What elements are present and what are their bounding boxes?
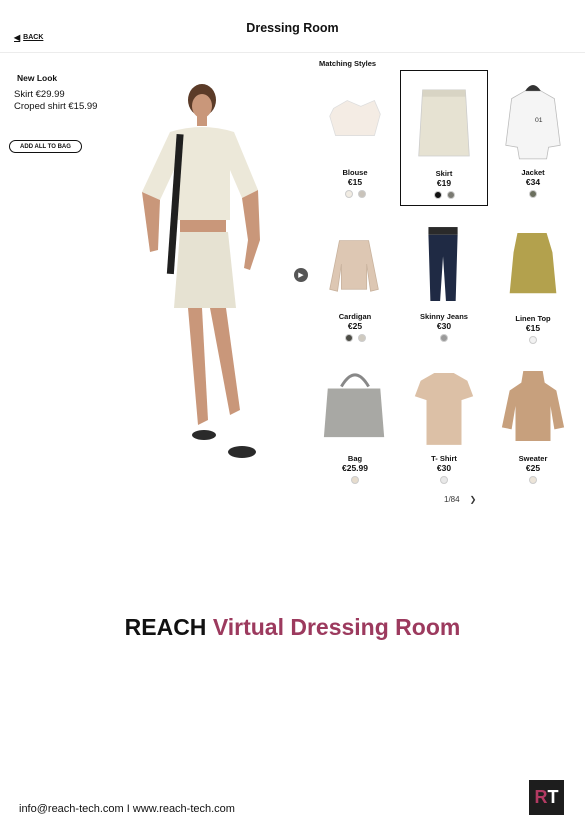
page-title: Dressing Room xyxy=(246,21,339,35)
product-card[interactable]: Skirt €19 xyxy=(400,70,488,206)
color-swatch[interactable] xyxy=(344,190,353,198)
product-card[interactable]: T- Shirt €30 xyxy=(401,356,487,490)
add-all-to-bag-button[interactable]: ADD ALL TO BAG xyxy=(9,140,82,153)
product-price: €34 xyxy=(525,177,541,187)
color-swatch[interactable] xyxy=(446,191,455,199)
product-name: Skirt xyxy=(435,169,453,178)
color-swatch[interactable] xyxy=(440,334,448,342)
logo-letter-t: T xyxy=(547,787,559,807)
color-swatch[interactable] xyxy=(529,190,537,198)
product-price: €30 xyxy=(436,321,452,331)
color-swatch[interactable] xyxy=(529,476,537,484)
brand-name: REACH xyxy=(124,614,207,640)
jeans-icon xyxy=(428,227,458,301)
color-swatches xyxy=(490,476,576,484)
product-name: Bag xyxy=(347,454,363,463)
product-card[interactable]: Blouse €15 xyxy=(312,70,398,204)
linen-top-icon xyxy=(509,232,557,294)
skirt-icon xyxy=(418,89,470,157)
contact-info: info@reach-tech.com I www.reach-tech.com xyxy=(19,803,235,815)
bag-icon xyxy=(323,373,385,438)
color-swatches xyxy=(312,190,398,198)
color-swatch[interactable] xyxy=(357,334,366,342)
pager: 1/84 ❯ xyxy=(444,495,476,504)
reach-tech-logo: RT xyxy=(529,780,564,815)
look-title: New Look xyxy=(17,73,58,83)
color-swatches xyxy=(490,336,576,344)
product-price: €15 xyxy=(525,323,541,333)
color-swatches xyxy=(401,476,487,484)
product-price: €15 xyxy=(347,177,363,187)
product-price: €19 xyxy=(436,178,452,188)
product-card[interactable]: Skinny Jeans €30 xyxy=(401,214,487,348)
dressing-room-app: ◀ BACK Dressing Room New Look Skirt €29.… xyxy=(0,0,585,508)
svg-text:01: 01 xyxy=(535,117,543,124)
page-indicator: 1/84 xyxy=(444,495,460,504)
product-name: Sweater xyxy=(518,454,548,463)
product-card[interactable]: 01 Jacket €34 xyxy=(490,70,576,204)
blouse-icon xyxy=(329,100,381,136)
model-image xyxy=(142,84,260,458)
product-name: Linen Top xyxy=(515,314,551,323)
product-card[interactable]: Cardigan €25 xyxy=(312,214,398,348)
color-swatches xyxy=(490,190,576,198)
chevron-right-icon[interactable]: ❯ xyxy=(470,495,477,504)
product-price: €25 xyxy=(525,463,541,473)
banner-headline: REACH Virtual Dressing Room xyxy=(0,614,585,641)
tagline: Virtual Dressing Room xyxy=(212,614,461,640)
tshirt-icon xyxy=(414,372,474,445)
color-swatch[interactable] xyxy=(529,336,537,344)
look-item-skirt: Skirt €29.99 xyxy=(14,89,65,100)
product-name: Cardigan xyxy=(338,312,372,321)
product-card[interactable]: Bag €25.99 xyxy=(312,356,398,490)
jacket-icon: 01 xyxy=(505,85,561,160)
color-swatches xyxy=(401,191,487,199)
color-swatches xyxy=(312,476,398,484)
color-swatch[interactable] xyxy=(440,476,448,484)
color-swatch[interactable] xyxy=(357,190,366,198)
product-name: Blouse xyxy=(342,168,368,177)
logo-letter-r: R xyxy=(534,787,548,807)
product-name: Jacket xyxy=(521,168,545,177)
product-price: €25.99 xyxy=(342,463,368,473)
color-swatches xyxy=(312,334,398,342)
product-price: €30 xyxy=(436,463,452,473)
matching-styles-title: Matching Styles xyxy=(319,59,377,68)
carousel-arrow-button[interactable]: ▶ xyxy=(294,268,308,282)
color-swatch[interactable] xyxy=(433,191,442,199)
back-label: BACK xyxy=(23,34,44,41)
product-name: Skinny Jeans xyxy=(420,312,468,321)
product-card[interactable]: Sweater €25 xyxy=(490,356,576,490)
product-name: T- Shirt xyxy=(431,454,457,463)
play-icon: ▶ xyxy=(298,272,304,279)
product-card[interactable]: Linen Top €15 xyxy=(490,216,576,350)
color-swatch[interactable] xyxy=(351,476,359,484)
look-item-shirt: Croped shirt €15.99 xyxy=(14,101,98,112)
sweater-icon xyxy=(501,371,565,441)
cardigan-icon xyxy=(329,240,379,292)
top-bar: ◀ BACK Dressing Room xyxy=(0,0,585,53)
product-price: €25 xyxy=(347,321,363,331)
color-swatches xyxy=(401,334,487,342)
color-swatch[interactable] xyxy=(344,334,353,342)
